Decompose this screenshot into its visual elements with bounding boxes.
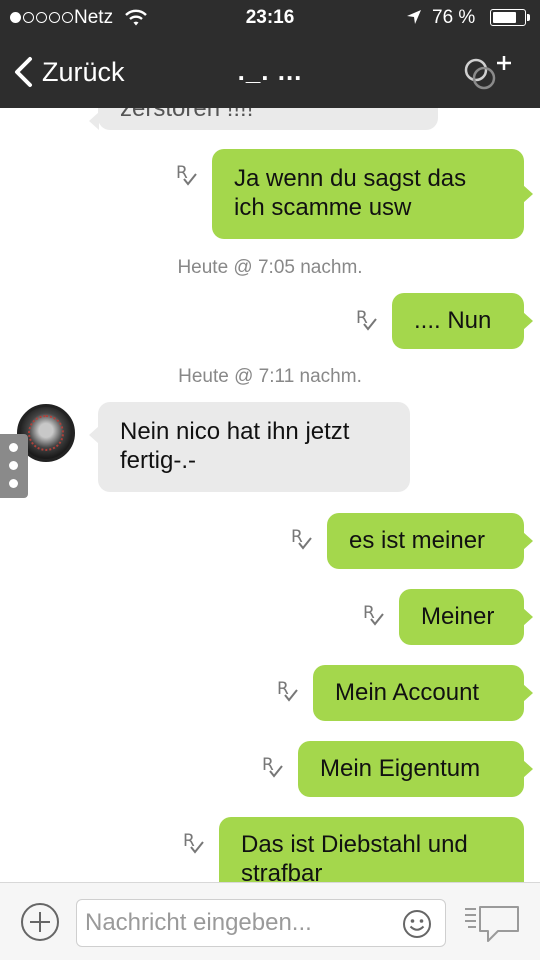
read-receipt-icon: R <box>183 831 205 856</box>
composer-bar <box>0 882 540 960</box>
back-label: Zurück <box>42 56 125 87</box>
plus-icon[interactable] <box>21 903 59 941</box>
message-incoming[interactable]: Nein nico hat ihn jetzt fertig-.- <box>89 402 410 492</box>
message-text: Mein Eigentum <box>320 754 481 782</box>
read-receipt-icon: R <box>277 679 299 704</box>
message-outgoing[interactable]: .... Nun <box>392 293 533 349</box>
message-outgoing[interactable]: Meiner <box>399 589 533 645</box>
read-receipt-icon: R <box>356 308 378 333</box>
message-outgoing[interactable]: Mein Account <box>313 665 533 721</box>
message-text: .... Nun <box>414 306 492 334</box>
read-receipt-icon: R <box>176 163 198 188</box>
message-incoming-cut: zerstören !!!! <box>89 108 438 130</box>
message-outgoing[interactable]: Ja wenn du sagst das ich scamme usw <box>212 149 533 239</box>
send-icon[interactable] <box>462 903 522 945</box>
message-text: Ja wenn du sagst das ich scamme usw <box>234 165 467 221</box>
battery-icon <box>490 9 530 26</box>
message-outgoing[interactable]: Mein Eigentum <box>298 741 533 797</box>
header: Netz 23:16 76 % Zurück ._. ... <box>0 0 540 108</box>
message-text: Das ist Diebstahl und strafbar <box>241 831 468 882</box>
read-receipt-icon: R <box>363 603 385 628</box>
message-outgoing[interactable]: Das ist Diebstahl und strafbar <box>219 817 524 882</box>
timestamp: Heute @ 7:11 nachm. <box>178 366 362 387</box>
message-list[interactable]: zerstören !!!! R Ja wenn du sagst das ic… <box>0 108 540 882</box>
message-text: zerstören !!!! <box>120 108 254 123</box>
side-menu-handle[interactable] <box>0 434 28 498</box>
message-input[interactable] <box>76 899 446 947</box>
timestamp: Heute @ 7:05 nachm. <box>177 257 363 278</box>
message-text: Nein nico hat ihn jetzt fertig-.- <box>120 418 350 474</box>
read-receipt-icon: R <box>291 527 313 552</box>
smiley-icon[interactable] <box>402 909 432 939</box>
add-contact-icon[interactable] <box>460 50 520 94</box>
battery-percent: 76 % <box>432 7 476 28</box>
read-receipt-icon: R <box>262 755 284 780</box>
location-arrow-icon <box>407 10 421 24</box>
back-button[interactable]: Zurück <box>12 52 125 92</box>
message-text: es ist meiner <box>349 526 486 554</box>
message-text: Mein Account <box>335 678 480 706</box>
message-text: Meiner <box>421 602 495 630</box>
back-chevron-icon <box>15 57 32 87</box>
message-outgoing[interactable]: es ist meiner <box>327 513 533 569</box>
status-bar: Netz 23:16 76 % <box>0 0 540 36</box>
